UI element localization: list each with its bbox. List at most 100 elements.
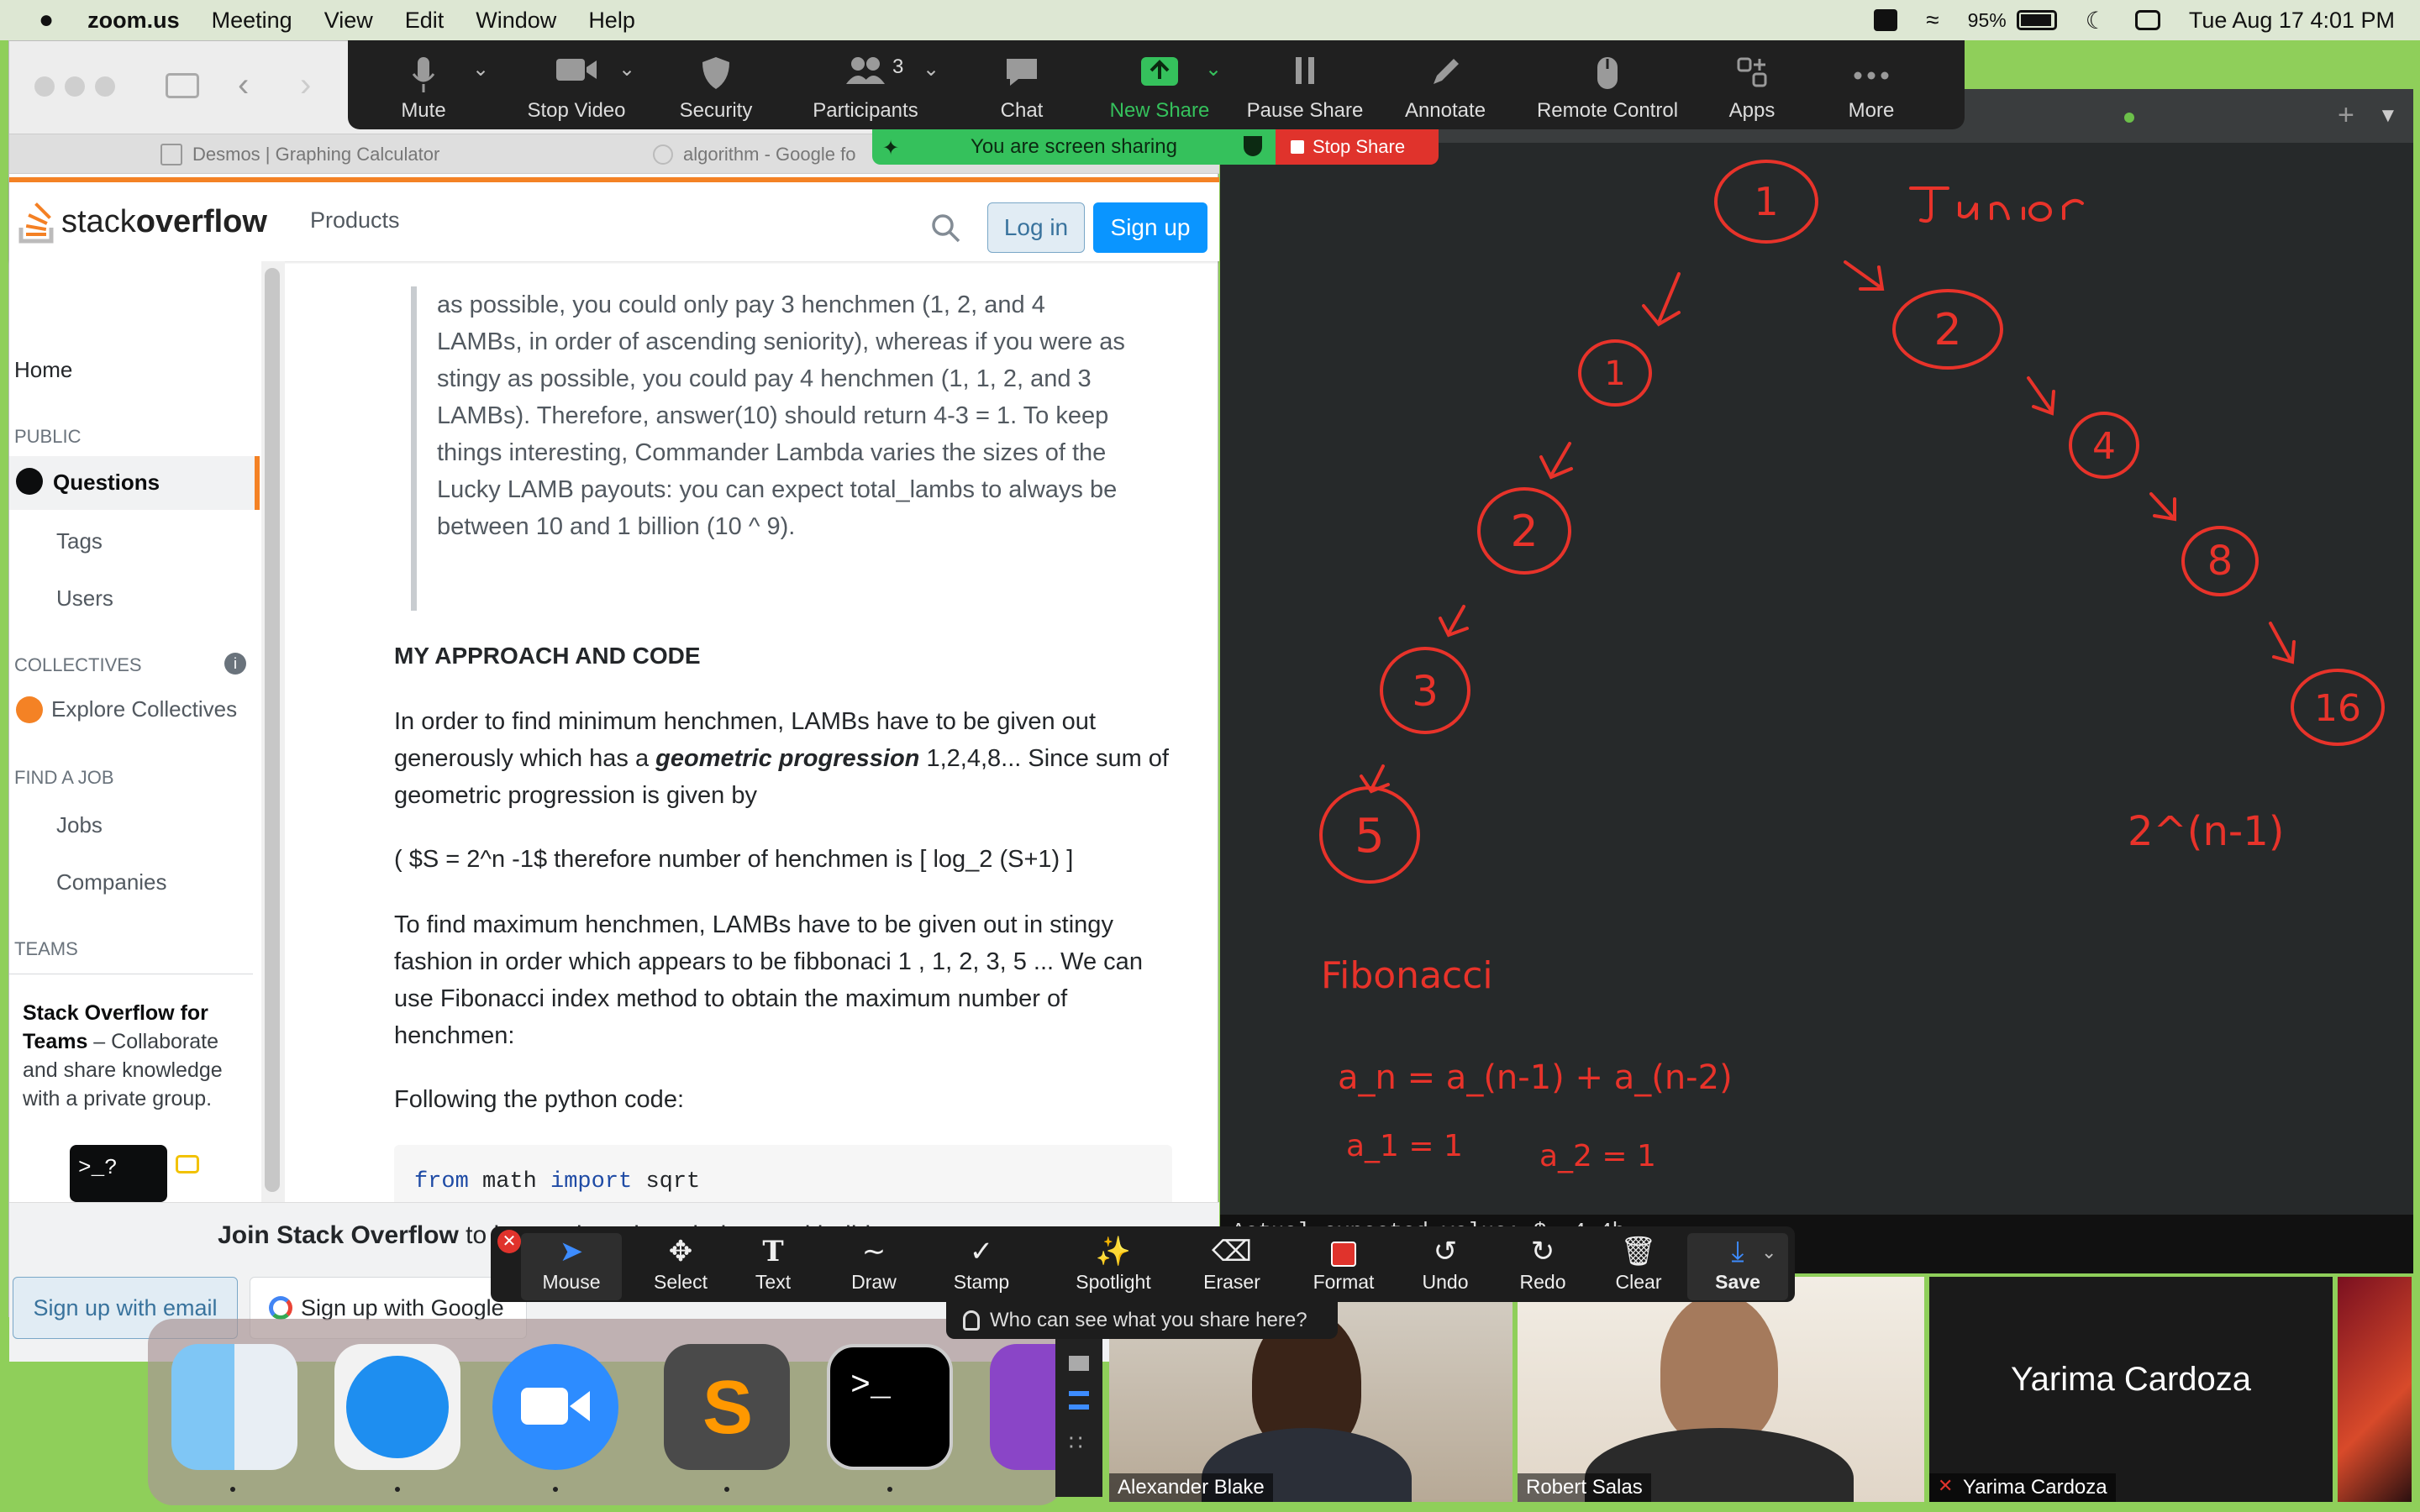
apps-button[interactable]: Apps xyxy=(1714,50,1790,128)
apple-icon[interactable]: ● xyxy=(39,6,54,34)
apps-icon xyxy=(1737,57,1767,87)
stamp-tool-button[interactable]: ✓ Stamp xyxy=(941,1233,1022,1300)
drive-icon[interactable] xyxy=(1874,9,1898,31)
redo-button[interactable]: ↻ Redo xyxy=(1509,1233,1576,1300)
so-wordmark-b: overflow xyxy=(135,204,267,239)
mute-button[interactable]: Mute xyxy=(383,50,464,128)
new-tab-icon[interactable]: + xyxy=(2338,99,2354,132)
menu-meeting[interactable]: Meeting xyxy=(212,8,292,34)
stop-video-button[interactable]: Stop Video xyxy=(518,50,635,128)
tab-menu-icon[interactable]: ▼ xyxy=(2378,104,2398,128)
participant-video-4[interactable] xyxy=(2338,1277,2412,1502)
search-icon[interactable] xyxy=(930,213,962,244)
shared-whiteboard[interactable]: 1 1 2 3 5 2 4 8 16 2^(n-1) Fibonacci a_n… xyxy=(1220,89,2413,1215)
stop-share-button[interactable]: Stop Share xyxy=(1276,129,1439,165)
pencil-icon xyxy=(1434,59,1459,84)
tab-desmos[interactable]: Desmos | Graphing Calculator xyxy=(160,134,439,175)
pause-icon xyxy=(1296,57,1314,84)
pause-share-button[interactable]: Pause Share xyxy=(1244,50,1366,128)
menu-view[interactable]: View xyxy=(324,8,373,34)
info-icon[interactable]: i xyxy=(224,653,246,675)
mouse-icon xyxy=(1597,57,1618,89)
stackoverflow-logo-icon[interactable] xyxy=(16,199,60,246)
menu-window[interactable]: Window xyxy=(476,8,556,34)
products-link[interactable]: Products xyxy=(310,207,400,234)
zoom-window-button[interactable] xyxy=(95,76,115,97)
safari-dock-icon[interactable] xyxy=(334,1344,460,1470)
remote-control-button[interactable]: Remote Control xyxy=(1528,50,1687,128)
sidebar-toggle-icon[interactable] xyxy=(166,73,199,98)
new-share-button[interactable]: New Share xyxy=(1101,50,1218,128)
speaker-view-icon[interactable] xyxy=(1069,1356,1089,1371)
sidebar-item-explore-collectives[interactable]: Explore Collectives xyxy=(51,696,237,722)
security-button[interactable]: Security xyxy=(666,50,766,128)
sidebar-item-companies[interactable]: Companies xyxy=(56,869,167,895)
gallery-view-toggle[interactable]: ∷ xyxy=(1055,1339,1102,1497)
menu-app-name[interactable]: zoom.us xyxy=(87,8,180,34)
wifi-icon[interactable]: ≈ xyxy=(1926,7,1939,34)
select-tool-button[interactable]: ✥ Select xyxy=(647,1233,714,1300)
more-button[interactable]: More xyxy=(1833,50,1909,128)
draw-tool-button[interactable]: ∼ Draw xyxy=(840,1233,908,1300)
sidebar-item-questions[interactable]: Questions xyxy=(9,456,260,510)
new-share-label: New Share xyxy=(1109,99,1210,122)
so-wordmark[interactable]: stackoverflow xyxy=(61,204,267,240)
eraser-tool-button[interactable]: ⌫ Eraser xyxy=(1190,1233,1274,1300)
menu-edit[interactable]: Edit xyxy=(405,8,445,34)
github-desktop-dock-icon[interactable] xyxy=(990,1344,1064,1470)
participant-video-3[interactable]: Yarima Cardoza Yarima Cardoza ✕ xyxy=(1929,1277,2333,1502)
clear-button[interactable]: 🗑 Clear xyxy=(1605,1233,1672,1300)
format-tool-button[interactable]: Format xyxy=(1297,1233,1390,1300)
save-options-chevron-icon[interactable]: ⌄ xyxy=(1761,1242,1776,1263)
share-chevron-icon[interactable]: ⌄ xyxy=(1205,57,1222,81)
participant-name-1: Alexander Blake xyxy=(1109,1473,1273,1502)
code-block[interactable]: from math import sqrt xyxy=(394,1145,1172,1202)
strip-view-icon[interactable] xyxy=(1069,1391,1089,1410)
close-annotation-icon[interactable]: ✕ xyxy=(497,1230,521,1253)
sidebar-item-jobs[interactable]: Jobs xyxy=(56,812,103,838)
sidebar-heading-teams: TEAMS xyxy=(14,938,78,959)
share-visibility-hint[interactable]: Who can see what you share here? xyxy=(946,1302,1338,1339)
chat-button[interactable]: Chat xyxy=(980,50,1064,128)
sidebar-item-users[interactable]: Users xyxy=(56,585,113,612)
collectives-icon xyxy=(16,696,43,723)
back-icon[interactable]: ‹ xyxy=(238,66,249,104)
forward-icon[interactable]: › xyxy=(300,66,311,104)
terminal-dock-icon[interactable]: >_ xyxy=(827,1344,953,1470)
board-right-node-3: 4 xyxy=(2092,425,2116,468)
mouse-tool-button[interactable]: ➤ Mouse xyxy=(521,1233,622,1300)
sidebar-scroll-thumb[interactable] xyxy=(265,268,280,1192)
participants-chevron-icon[interactable]: ⌄ xyxy=(923,57,939,81)
participant-video-2[interactable]: Robert Salas xyxy=(1518,1277,1924,1502)
signup-button[interactable]: Sign up xyxy=(1093,202,1207,253)
undo-button[interactable]: ↺ Undo xyxy=(1412,1233,1479,1300)
sidebar-item-tags[interactable]: Tags xyxy=(56,528,103,554)
participants-button[interactable]: Participants xyxy=(798,50,933,128)
so-left-sidebar: Home PUBLIC Questions Tags Users COLLECT… xyxy=(9,261,261,1202)
sublime-dock-icon[interactable]: S xyxy=(664,1344,790,1470)
do-not-disturb-icon[interactable]: ☾ xyxy=(2086,7,2107,34)
sidebar-item-home[interactable]: Home xyxy=(14,357,72,383)
login-button[interactable]: Log in xyxy=(987,202,1085,253)
annotate-button[interactable]: Annotate xyxy=(1395,50,1496,128)
grid-view-icon[interactable]: ∷ xyxy=(1069,1430,1083,1456)
zoom-dock-icon[interactable] xyxy=(492,1344,618,1470)
finder-dock-icon[interactable] xyxy=(171,1344,297,1470)
annotation-toolbar: ✕ ➤ Mouse ✥ Select T Text ∼ Draw ✓ Stamp ✨ Spo… xyxy=(491,1226,1795,1302)
minimize-window-button[interactable] xyxy=(65,76,85,97)
battery-icon[interactable] xyxy=(2016,10,2057,30)
menu-help[interactable]: Help xyxy=(588,8,635,34)
video-options-chevron-icon[interactable]: ⌄ xyxy=(618,57,635,81)
tab-algorithm-label: algorithm - Google fo xyxy=(683,144,856,165)
screen-sharing-indicator[interactable]: ✦ You are screen sharing xyxy=(872,129,1276,165)
undo-icon: ↺ xyxy=(1433,1236,1458,1268)
close-window-button[interactable] xyxy=(34,76,55,97)
share-leaf-icon: ✦ xyxy=(882,137,900,160)
menu-clock[interactable]: Tue Aug 17 4:01 PM xyxy=(2189,8,2395,34)
tab-algorithm[interactable]: algorithm - Google fo xyxy=(653,134,855,175)
spotlight-tool-button[interactable]: ✨ Spotlight xyxy=(1059,1233,1168,1300)
control-center-icon[interactable] xyxy=(2134,10,2160,30)
annotate-label: Annotate xyxy=(1404,99,1486,122)
mute-options-chevron-icon[interactable]: ⌄ xyxy=(472,57,489,81)
text-tool-button[interactable]: T Text xyxy=(748,1233,798,1300)
